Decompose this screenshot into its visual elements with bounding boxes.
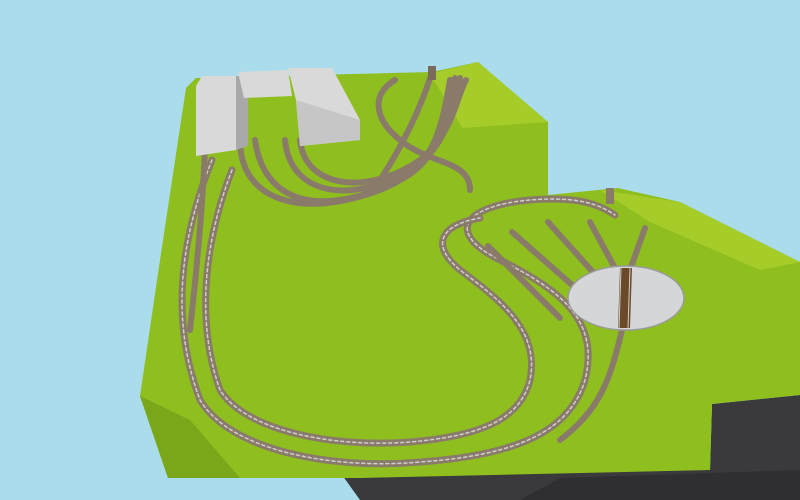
turntable[interactable]: [567, 265, 685, 331]
engine-shed-middle[interactable]: [238, 70, 292, 98]
engine-shed-left[interactable]: [196, 76, 236, 156]
layout-3d-viewport[interactable]: [0, 0, 800, 500]
